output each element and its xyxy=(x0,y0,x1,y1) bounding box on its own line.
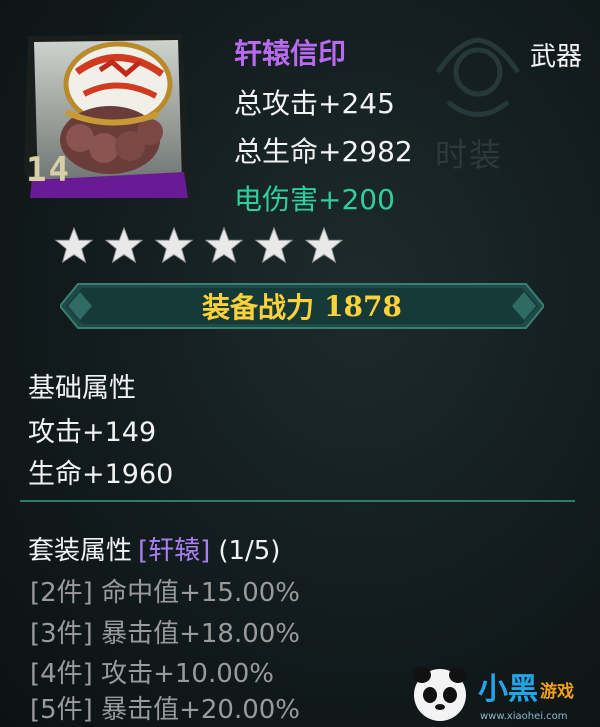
item-type: 武器 xyxy=(529,42,582,72)
set-name[interactable]: [轩辕] xyxy=(138,536,210,566)
total-hp-stat: 总生命+2982 xyxy=(234,135,413,168)
electric-damage-stat: 电伤害+200 xyxy=(234,183,395,216)
star-icon xyxy=(255,226,293,264)
star-icon xyxy=(305,226,343,264)
base-attack-stat: 攻击+149 xyxy=(28,417,157,448)
item-level: 14 xyxy=(26,150,71,190)
site-logo: 小黑 游戏 www.xiaohei.com xyxy=(413,667,574,722)
svg-text:小黑: 小黑 xyxy=(478,672,538,707)
svg-text:www.xiaohei.com: www.xiaohei.com xyxy=(480,711,568,722)
set-title-label: 套装属性 xyxy=(28,536,133,566)
combat-power: 装备战力 1878 xyxy=(60,278,544,334)
star-icon xyxy=(55,226,93,264)
combat-power-value: 1878 xyxy=(324,289,402,323)
set-bonus-4: [4件] 攻击+10.00% xyxy=(30,659,275,689)
section-divider xyxy=(20,500,575,502)
faded-tab-label: 时装 xyxy=(435,136,504,174)
set-bonus-3: [3件] 暴击值+18.00% xyxy=(30,619,301,649)
base-attributes-title: 基础属性 xyxy=(28,373,136,404)
set-attributes-title: 套装属性 [轩辕] (1/5) xyxy=(28,530,280,567)
svg-text:游戏: 游戏 xyxy=(540,681,574,702)
star-rating xyxy=(55,226,343,264)
set-count: (1/5) xyxy=(218,536,281,566)
set-bonus-5: [5件] 暴击值+20.00% xyxy=(30,695,301,725)
item-name: 轩辕信印 xyxy=(234,37,347,70)
combat-power-label: 装备战力 xyxy=(202,291,315,324)
base-hp-stat: 生命+1960 xyxy=(28,459,174,490)
faded-emblem-icon xyxy=(435,37,521,117)
total-attack-stat: 总攻击+245 xyxy=(234,87,395,120)
star-icon xyxy=(105,226,143,264)
star-icon xyxy=(155,226,193,264)
star-icon xyxy=(205,226,243,264)
set-bonus-2: [2件] 命中值+15.00% xyxy=(30,578,301,608)
